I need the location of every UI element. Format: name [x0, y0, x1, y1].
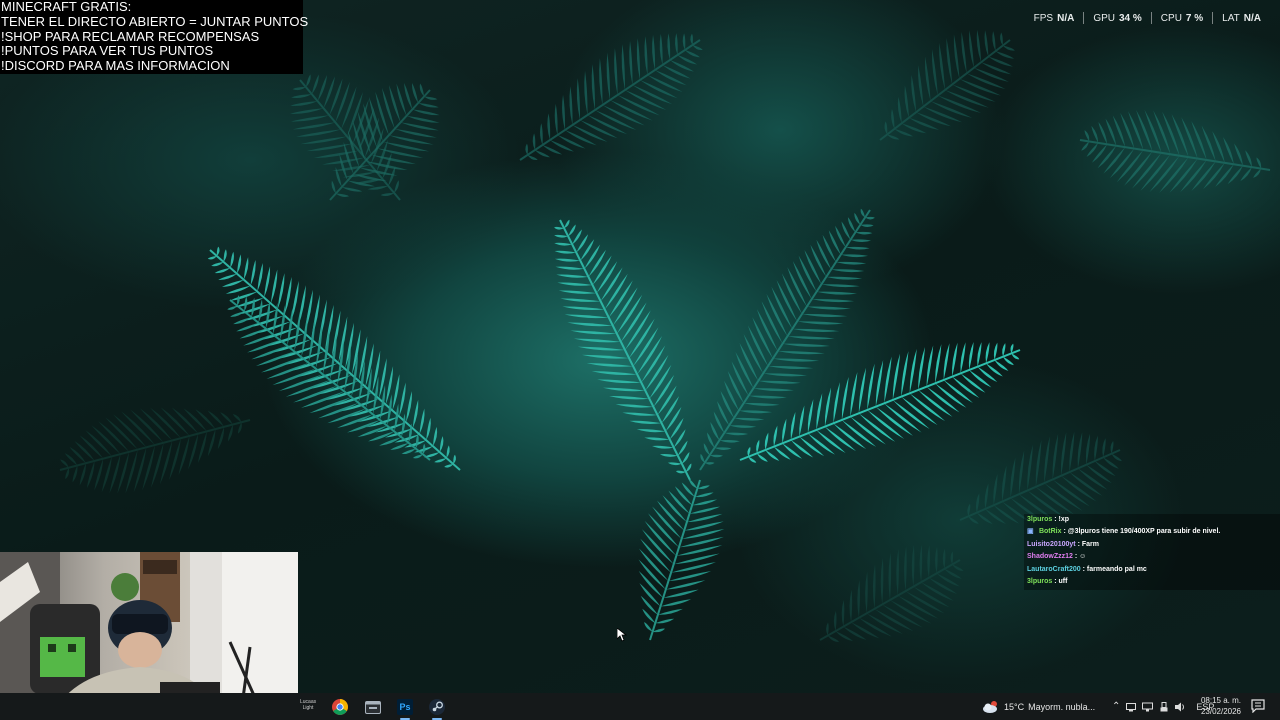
fern-frond	[819, 544, 964, 643]
chat-username: BotRix	[1038, 528, 1062, 536]
steam-icon	[429, 699, 445, 715]
chat-text: : Farm	[1077, 540, 1099, 548]
chat-message: ▣ BotRix : @3lpuros tiene 190/400XP para…	[1024, 526, 1280, 538]
perf-value: 34 %	[1119, 12, 1142, 24]
cloud-weather-icon	[983, 700, 997, 713]
perf-label: FPS	[1033, 12, 1054, 24]
taskbar: Lucaas Light Ps 15°C Mayorm. nubla... ⌃ …	[0, 693, 1280, 720]
chat-message: 3lpuros : uff	[1024, 576, 1280, 588]
chat-text: : farmeando pal mc	[1082, 565, 1147, 573]
chat-username: ShadowZzz12	[1027, 553, 1073, 561]
perf-cpu: CPU 7 %	[1152, 13, 1212, 24]
chat-message: Luisito20100yt : Farm	[1024, 539, 1280, 551]
fern-frond	[519, 33, 703, 161]
network-icon[interactable]	[1142, 702, 1154, 712]
volume-icon[interactable]	[1175, 702, 1186, 712]
chat-message: LautaroCraft200 : farmeando pal mc	[1024, 564, 1280, 576]
taskbar-widget[interactable]: Lucaas Light	[300, 699, 316, 715]
taskbar-app-steam[interactable]	[426, 696, 448, 720]
fern-frond	[59, 407, 251, 494]
chrome-icon	[332, 699, 348, 715]
perf-fps: FPS N/A	[1025, 13, 1084, 24]
overlay-line: !SHOP PARA RECLAMAR RECOMPENSAS	[1, 28, 260, 44]
photoshop-icon: Ps	[397, 699, 413, 715]
performance-overlay: FPS N/A GPU 34 % CPU 7 % LAT N/A	[1025, 12, 1270, 24]
mouse-cursor-icon	[617, 628, 627, 642]
clock-time: 08:15 a. m.	[1200, 696, 1242, 705]
fern-frond	[879, 29, 1015, 141]
usb-icon[interactable]	[1159, 701, 1169, 712]
chat-message: 3lpuros : !xp	[1024, 514, 1280, 526]
notification-icon[interactable]	[1251, 699, 1265, 713]
fern-frond	[638, 478, 725, 641]
taskbar-app-photoshop[interactable]: Ps	[394, 696, 416, 720]
chat-text: : @3lpuros tiene 190/400XP para subir de…	[1063, 528, 1221, 536]
perf-lat: LAT N/A	[1213, 13, 1270, 24]
taskbar-app-files[interactable]	[362, 696, 384, 718]
app-icon	[365, 701, 381, 714]
chat-username: 3lpuros	[1027, 516, 1053, 523]
weather-widget[interactable]: 15°C Mayorm. nubla...	[982, 693, 1095, 720]
chat-username: Luisito20100yt	[1027, 540, 1076, 548]
clock-date: 23/02/2026	[1200, 706, 1242, 716]
perf-value: N/A	[1057, 12, 1075, 24]
fern-frond	[959, 431, 1122, 524]
perf-label: LAT	[1222, 12, 1240, 24]
fern-frond	[227, 295, 431, 461]
taskbar-app-chrome[interactable]	[329, 696, 351, 718]
perf-label: CPU	[1160, 12, 1182, 24]
stream-info-overlay: MINECRAFT GRATIS: TENER EL DIRECTO ABIER…	[0, 0, 309, 74]
chat-username: LautaroCraft200	[1027, 565, 1081, 573]
display-icon[interactable]	[1126, 702, 1137, 712]
chat-text: : uff	[1054, 577, 1068, 585]
overlay-line: !PUNTOS PARA VER TUS PUNTOS	[1, 43, 214, 59]
taskbar-widget-label: Lucaas Light	[300, 699, 317, 711]
overlay-line: !DISCORD PARA MAS INFORMACION	[1, 58, 230, 74]
fern-frond	[699, 208, 875, 471]
photoshop-icon-text: Ps	[399, 702, 411, 712]
perf-label: GPU	[1093, 12, 1115, 24]
emote-icon: ☺	[1079, 553, 1087, 561]
weather-temp: 15°C	[1004, 701, 1025, 712]
chat-message: ShadowZzz12 : ☺	[1024, 551, 1280, 563]
chat-username: 3lpuros	[1027, 577, 1053, 585]
overlay-line: MINECRAFT GRATIS:	[1, 0, 132, 14]
weather-desc: Mayorm. nubla...	[1028, 701, 1096, 712]
chevron-up-icon[interactable]: ⌃	[1112, 701, 1120, 712]
perf-value: N/A	[1243, 12, 1261, 24]
perf-value: 7 %	[1185, 12, 1204, 24]
bot-badge-icon: ▣	[1027, 528, 1034, 536]
chat-text: : !xp	[1054, 516, 1070, 523]
taskbar-clock[interactable]: 08:15 a. m. 23/02/2026	[1196, 696, 1246, 717]
fern-frond	[554, 219, 692, 481]
chat-overlay: 3lpuros : !xp ▣ BotRix : @3lpuros tiene …	[1024, 514, 1280, 590]
fern-frond	[1079, 109, 1271, 193]
perf-gpu: GPU 34 %	[1084, 13, 1150, 24]
overlay-line: TENER EL DIRECTO ABIERTO = JUNTAR PUNTOS	[1, 13, 309, 29]
